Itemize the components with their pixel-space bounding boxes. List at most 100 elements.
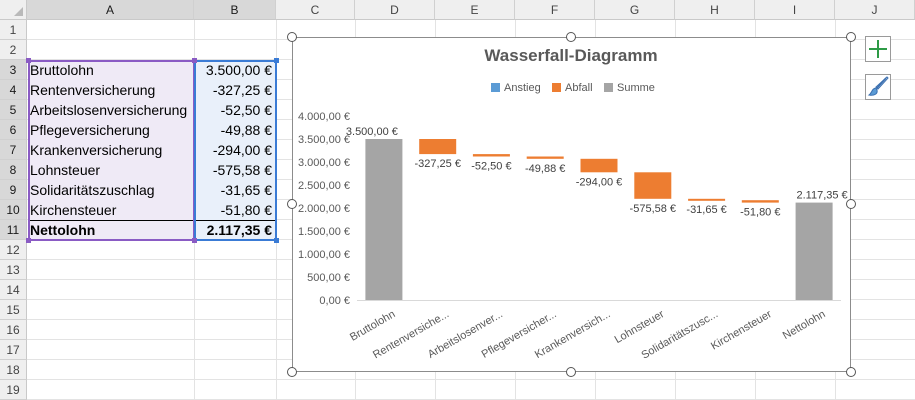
chart-resize-handle[interactable] [287,367,297,377]
chart-resize-handle[interactable] [566,32,576,42]
bar-decrease[interactable] [472,154,510,157]
row-header-6[interactable]: 6 [0,120,27,140]
cell-value[interactable]: -51,80 € [195,200,276,220]
chart-title[interactable]: Wasserfall-Diagramm [484,46,657,65]
row-header-1[interactable]: 1 [0,20,27,40]
column-header-g[interactable]: G [595,0,675,20]
column-header-i[interactable]: I [755,0,835,20]
legend-entry[interactable]: Anstieg [504,82,541,94]
range-handle[interactable] [26,58,31,63]
y-tick-label: 0,00 € [319,295,350,307]
legend-swatch-total [604,83,613,92]
cell-value[interactable]: -52,50 € [195,100,276,120]
cell-label[interactable]: Krankenversicherung [28,140,194,160]
row-header-13[interactable]: 13 [0,260,27,280]
cell-value[interactable]: -31,65 € [195,180,276,200]
x-tick-label: Kirchensteuer [709,308,774,352]
y-tick-label: 2.500,00 € [298,180,350,192]
bar-decrease[interactable] [688,198,726,201]
row-header-4[interactable]: 4 [0,80,27,100]
data-label: -49,88 € [525,163,565,175]
legend-swatch-decrease [552,83,561,92]
column-header-d[interactable]: D [355,0,435,20]
range-handle[interactable] [274,58,279,63]
cell-label[interactable]: Kirchensteuer [28,200,194,220]
chart-resize-handle[interactable] [846,199,856,209]
y-tick-label: 3.000,00 € [298,157,350,169]
chart-resize-handle[interactable] [287,199,297,209]
chart-resize-handle[interactable] [287,32,297,42]
cell-value[interactable]: 2.117,35 € [195,220,276,240]
range-handle[interactable] [192,238,197,243]
row-header-9[interactable]: 9 [0,180,27,200]
x-tick-label: Bruttolohn [348,308,397,343]
cell-label[interactable]: Lohnsteuer [28,160,194,180]
bar-total[interactable] [365,139,403,300]
data-label: -294,00 € [576,176,622,188]
data-label: -575,58 € [630,203,676,215]
cell-label[interactable]: Solidaritätszuschlag [28,180,194,200]
row-header-3[interactable]: 3 [0,60,27,80]
row-header-7[interactable]: 7 [0,140,27,160]
bar-decrease[interactable] [526,156,564,159]
bar-decrease[interactable] [634,172,672,199]
column-header-b[interactable]: B [194,0,276,20]
cell-value[interactable]: -294,00 € [195,140,276,160]
cell-label[interactable]: Nettolohn [28,220,194,240]
column-header-f[interactable]: F [515,0,595,20]
column-header-c[interactable]: C [276,0,355,20]
chart-elements-button[interactable] [865,36,891,62]
bar-decrease[interactable] [419,139,457,155]
row-header-16[interactable]: 16 [0,320,27,340]
legend-entry[interactable]: Abfall [565,82,593,94]
legend-swatch-increase [491,83,500,92]
column-header-a[interactable]: A [27,0,194,20]
data-label: 2.117,35 € [797,190,848,202]
legend-entry[interactable]: Summe [617,82,655,94]
y-tick-label: 1.000,00 € [298,249,350,261]
cell-label[interactable]: Bruttolohn [28,60,194,80]
row-header-18[interactable]: 18 [0,360,27,380]
chart-resize-handle[interactable] [846,32,856,42]
chart-styles-button[interactable] [865,74,891,100]
cell-label[interactable]: Arbeitslosenversicherung [28,100,194,120]
y-tick-label: 1.500,00 € [298,226,350,238]
row-header-10[interactable]: 10 [0,200,27,220]
row-header-15[interactable]: 15 [0,300,27,320]
column-header-j[interactable]: J [835,0,915,20]
chart-resize-handle[interactable] [566,367,576,377]
x-axis[interactable]: BruttolohnRentenversiche...Arbeitslosenv… [348,300,841,362]
column-header-e[interactable]: E [435,0,515,20]
cell-value[interactable]: -327,25 € [195,80,276,100]
cell-label[interactable]: Rentenversicherung [28,80,194,100]
chart-resize-handle[interactable] [846,367,856,377]
range-handle[interactable] [26,238,31,243]
range-handle[interactable] [274,238,279,243]
waterfall-chart[interactable]: Wasserfall-Diagramm Anstieg Abfall Summe 0… [292,37,851,372]
bar-decrease[interactable] [741,200,779,203]
y-tick-label: 2.000,00 € [298,203,350,215]
cell-value[interactable]: 3.500,00 € [195,60,276,80]
chart-legend[interactable]: Anstieg Abfall Summe [491,82,655,94]
grid-line [276,20,277,400]
cell-label[interactable]: Pflegeversicherung [28,120,194,140]
bar-decrease[interactable] [580,158,618,173]
row-header-19[interactable]: 19 [0,380,27,400]
cell-value[interactable]: -575,58 € [195,160,276,180]
column-header-h[interactable]: H [675,0,755,20]
select-all-corner[interactable] [0,0,27,20]
row-header-8[interactable]: 8 [0,160,27,180]
y-axis[interactable]: 0,00 € 500,00 € 1.000,00 € 1.500,00 € 2.000,… [298,111,350,307]
range-handle[interactable] [192,58,197,63]
row-header-2[interactable]: 2 [0,40,27,60]
row-header-12[interactable]: 12 [0,240,27,260]
grid-line [27,379,915,380]
row-header-5[interactable]: 5 [0,100,27,120]
total-border-line [28,220,276,221]
row-header-17[interactable]: 17 [0,340,27,360]
bar-total[interactable] [795,202,833,300]
row-header-11[interactable]: 11 [0,220,27,240]
row-header-14[interactable]: 14 [0,280,27,300]
x-tick-label: Nettolohn [781,308,828,342]
cell-value[interactable]: -49,88 € [195,120,276,140]
